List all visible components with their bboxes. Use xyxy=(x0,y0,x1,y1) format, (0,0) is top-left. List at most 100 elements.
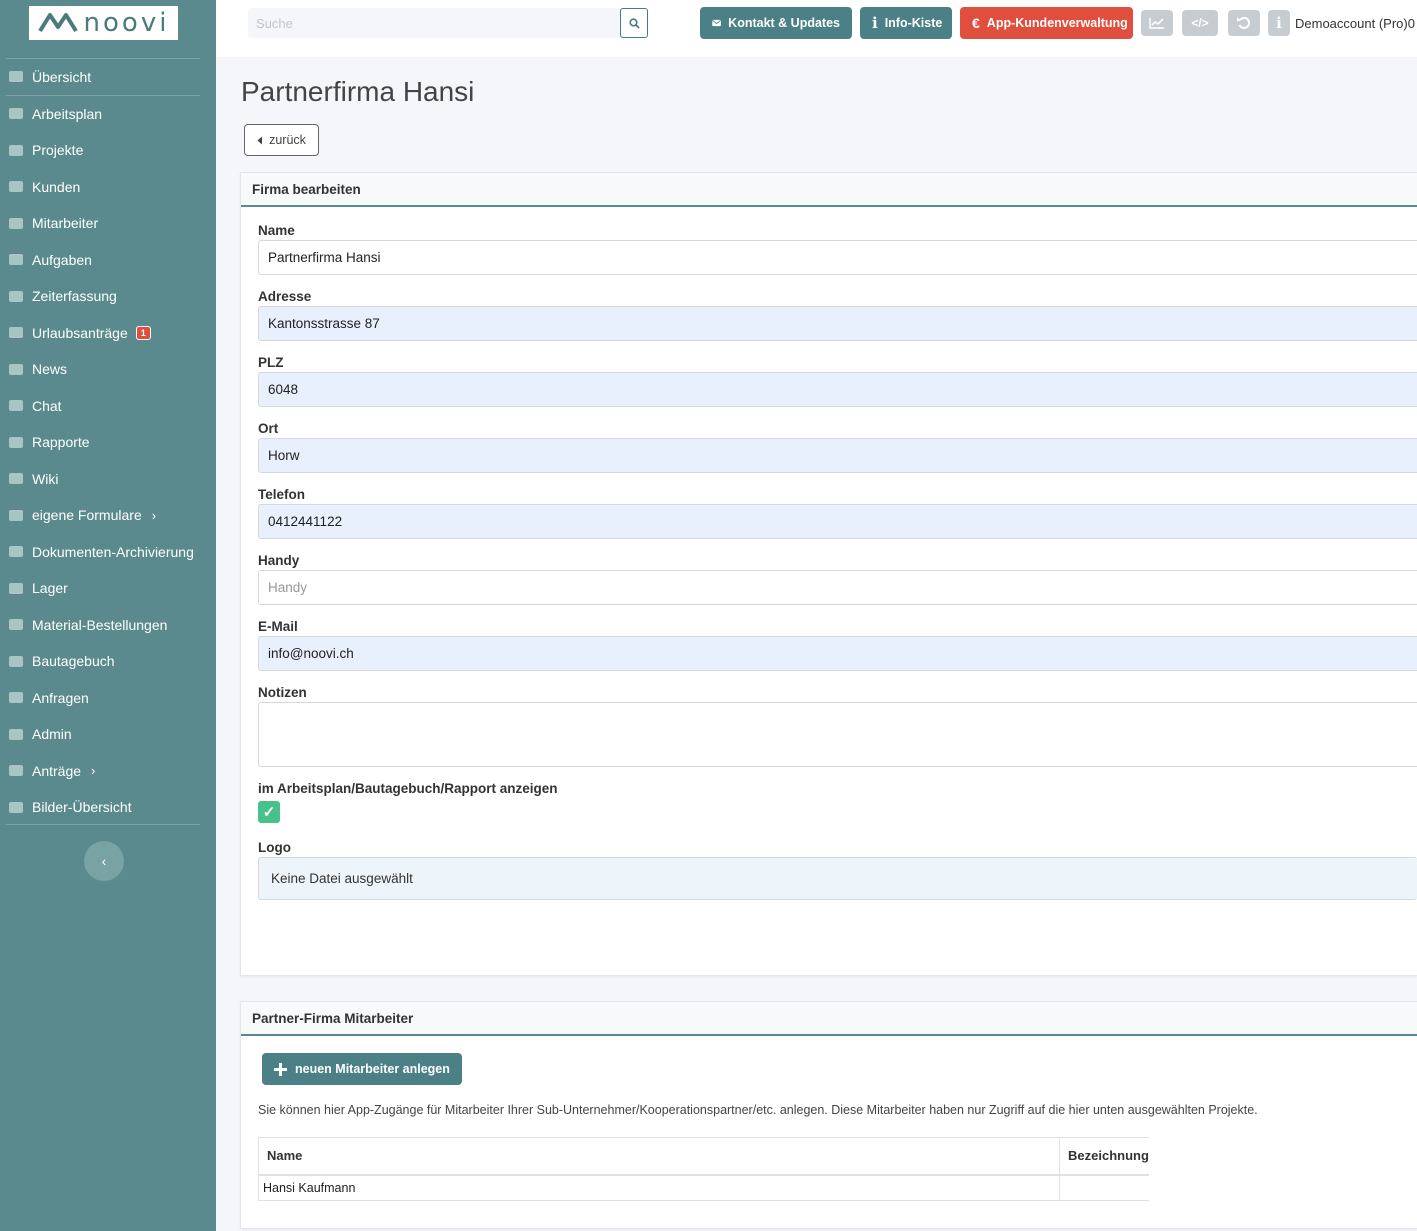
employee-name-cell[interactable]: Hansi Kaufmann xyxy=(258,1174,1060,1201)
user-icon xyxy=(0,217,32,229)
code-button[interactable]: </> xyxy=(1182,10,1218,36)
partner-employees-card: Partner-Firma Mitarbeiter neuen Mitarbei… xyxy=(240,1001,1417,1229)
sidebar-item-label: eigene Formulare xyxy=(32,507,142,524)
column-header-bezeichnung[interactable]: Bezeichnung xyxy=(1058,1137,1149,1176)
sidebar-item-label: Bautagebuch xyxy=(32,653,115,670)
sidebar-item-label: Arbeitsplan xyxy=(32,105,103,122)
sidebar-item-projekte[interactable]: Projekte xyxy=(6,132,200,169)
sidebar-item-label: Zeiterfassung xyxy=(32,288,117,305)
partner-employees-table: Name Bezeichnung Hansi Kaufmann xyxy=(258,1137,1149,1201)
sidebar-divider xyxy=(6,824,200,825)
mobile-label: Handy xyxy=(258,553,300,568)
back-button[interactable]: zurück xyxy=(244,124,319,156)
contact-updates-label: Kontakt & Updates xyxy=(728,16,840,30)
sidebar-item-wiki[interactable]: Wiki xyxy=(6,461,200,498)
phone-field[interactable]: 0412441122 xyxy=(258,504,1417,539)
sidebar-item-label: Bilder-Übersicht xyxy=(32,799,132,816)
info-icon: i xyxy=(872,14,878,32)
sidebar-item-label: Lager xyxy=(32,580,68,597)
file-check-icon xyxy=(0,765,32,777)
sidebar-item-label: Anfragen xyxy=(32,689,89,706)
sidebar-item-label: Aufgaben xyxy=(32,251,92,268)
archive-icon xyxy=(0,546,32,558)
sidebar-item-zeiterfassung[interactable]: Zeiterfassung xyxy=(6,278,200,315)
show-in-plan-checkbox[interactable]: ✓ xyxy=(258,801,280,823)
sidebar-item-bautagebuch[interactable]: Bautagebuch xyxy=(6,643,200,680)
page-title: Partnerfirma Hansi xyxy=(241,76,475,107)
sidebar-item-aufgaben[interactable]: Aufgaben xyxy=(6,242,200,279)
sidebar-item-label: Anträge xyxy=(32,762,82,779)
city-label: Ort xyxy=(258,421,279,436)
logo-text: noovi xyxy=(83,8,170,38)
sidebar-nav: Übersicht Arbeitsplan Projekte Kunden Mi… xyxy=(6,58,200,826)
sidebar-item-dokumenten-archivierung[interactable]: Dokumenten-Archivierung xyxy=(6,534,200,571)
app-kundenverwaltung-label: App-Kundenverwaltung xyxy=(986,16,1128,30)
logo-mark-icon xyxy=(37,13,78,33)
address-field[interactable]: Kantonsstrasse 87 xyxy=(258,306,1417,341)
sidebar-item-label: News xyxy=(32,361,68,378)
sidebar-item-anfragen[interactable]: Anfragen xyxy=(6,680,200,717)
info-kiste-button[interactable]: i Info-Kiste xyxy=(860,7,952,39)
logo-file-input[interactable]: Keine Datei ausgewählt xyxy=(258,857,1417,900)
handshake-icon xyxy=(0,692,32,704)
noovi-logo[interactable]: noovi xyxy=(29,6,178,40)
envelope-icon xyxy=(712,19,721,27)
sidebar-item-label: Wiki xyxy=(32,470,59,487)
mobile-field[interactable]: Handy xyxy=(258,570,1417,605)
chart-button[interactable] xyxy=(1141,10,1173,36)
sidebar-item-admin[interactable]: Admin xyxy=(6,716,200,753)
account-name[interactable]: Demoaccount (Pro)0 xyxy=(1295,16,1415,31)
search-button[interactable] xyxy=(620,8,648,38)
dashboard-icon xyxy=(0,71,32,83)
name-label: Name xyxy=(258,223,295,238)
table-header-row: Name Bezeichnung xyxy=(258,1137,1149,1176)
sidebar-item-urlaubsantraege[interactable]: Urlaubsanträge 1 xyxy=(6,315,200,352)
city-field[interactable]: Horw xyxy=(258,438,1417,473)
cart-icon xyxy=(0,619,32,631)
check-icon: ✓ xyxy=(262,804,276,821)
sidebar-item-label: Rapporte xyxy=(32,434,90,451)
sidebar-item-uebersicht[interactable]: Übersicht xyxy=(6,59,200,96)
sidebar-collapse-button[interactable]: ‹ xyxy=(84,841,124,881)
sidebar-item-label: Urlaubsanträge xyxy=(32,324,128,341)
sidebar-item-kunden[interactable]: Kunden xyxy=(6,169,200,206)
warehouse-icon xyxy=(0,582,32,594)
sidebar-item-material-bestellungen[interactable]: Material-Bestellungen xyxy=(6,607,200,644)
email-field[interactable]: info@noovi.ch xyxy=(258,636,1417,671)
app-kundenverwaltung-button[interactable]: € App-Kundenverwaltung xyxy=(960,7,1133,39)
info-circle-icon: i xyxy=(1276,14,1282,32)
sidebar-item-mitarbeiter[interactable]: Mitarbeiter xyxy=(6,205,200,242)
undo-button[interactable] xyxy=(1228,10,1260,36)
sidebar-item-bilder-uebersicht[interactable]: Bilder-Übersicht xyxy=(6,789,200,826)
info-button[interactable]: i xyxy=(1268,10,1290,36)
sidebar-item-chat[interactable]: Chat xyxy=(6,388,200,425)
triangle-icon xyxy=(0,144,32,156)
chat-icon xyxy=(0,400,32,412)
card-heading: Partner-Firma Mitarbeiter xyxy=(241,1002,1417,1036)
sidebar-item-antraege[interactable]: Anträge › xyxy=(6,753,200,790)
partner-info-text: Sie können hier App-Zugänge für Mitarbei… xyxy=(258,1103,1258,1117)
search-input[interactable] xyxy=(248,8,620,38)
book-icon xyxy=(0,473,32,485)
chevron-left-icon: ‹ xyxy=(101,853,107,869)
contact-updates-button[interactable]: Kontakt & Updates xyxy=(700,7,852,39)
notification-badge: 1 xyxy=(135,325,151,340)
search-bar xyxy=(248,8,648,38)
sidebar-item-label: Admin xyxy=(32,726,72,743)
address-label: Adresse xyxy=(258,289,312,304)
plz-field[interactable]: 6048 xyxy=(258,372,1417,407)
notes-textarea[interactable] xyxy=(258,702,1417,767)
name-field[interactable]: Partnerfirma Hansi xyxy=(258,240,1417,275)
sidebar-item-rapporte[interactable]: Rapporte xyxy=(6,424,200,461)
user-clock-icon xyxy=(0,290,32,302)
gear-icon xyxy=(0,728,32,740)
search-icon xyxy=(628,17,640,29)
sidebar-item-eigene-formulare[interactable]: eigene Formulare › xyxy=(6,497,200,534)
column-header-name[interactable]: Name xyxy=(258,1137,1060,1176)
table-row[interactable]: Hansi Kaufmann xyxy=(258,1174,1149,1201)
logo-label: Logo xyxy=(258,840,291,855)
add-employee-button[interactable]: neuen Mitarbeiter anlegen xyxy=(262,1053,462,1085)
sidebar-item-news[interactable]: News xyxy=(6,351,200,388)
sidebar-item-arbeitsplan[interactable]: Arbeitsplan xyxy=(6,96,200,133)
sidebar-item-lager[interactable]: Lager xyxy=(6,570,200,607)
